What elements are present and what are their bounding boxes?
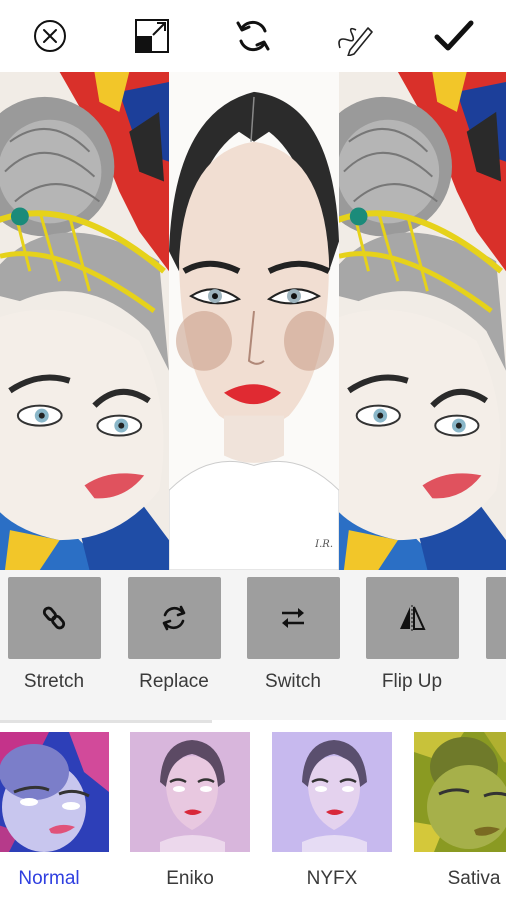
tool-flip-partial[interactable]: Fl bbox=[485, 577, 506, 693]
filter-thumbnail bbox=[414, 732, 506, 852]
resize-button[interactable] bbox=[130, 14, 174, 58]
photo-collage: I.R. bbox=[0, 72, 506, 570]
filter-label: Eniko bbox=[166, 868, 214, 889]
portrait-image-left bbox=[0, 72, 169, 570]
collage-panel-left[interactable] bbox=[0, 72, 169, 570]
link-icon bbox=[40, 604, 68, 632]
flip-icon bbox=[400, 605, 426, 631]
draw-button[interactable] bbox=[332, 14, 376, 58]
tool-stretch[interactable]: Stretch bbox=[7, 577, 101, 693]
tool-replace-box bbox=[127, 577, 221, 659]
tool-stretch-box bbox=[7, 577, 101, 659]
filter-thumbnail bbox=[272, 732, 392, 852]
filter-thumbnail bbox=[0, 732, 109, 852]
portrait-image-center bbox=[169, 72, 339, 570]
tool-switch[interactable]: Switch bbox=[246, 577, 340, 693]
tool-flip-up[interactable]: Flip Up bbox=[365, 577, 459, 693]
pencil-icon bbox=[338, 27, 373, 56]
x-circle-icon bbox=[34, 20, 66, 52]
artist-signature: I.R. bbox=[315, 539, 333, 550]
rotate-button[interactable] bbox=[231, 14, 275, 58]
filter-strip: Normal Eniko NYFX Sativa bbox=[0, 723, 506, 900]
filter-label: NYFX bbox=[306, 868, 358, 889]
collage-panel-right[interactable] bbox=[339, 72, 506, 570]
filter-thumbnail bbox=[130, 732, 250, 852]
resize-icon bbox=[135, 19, 169, 53]
filter-preview-image bbox=[272, 732, 392, 852]
tool-strip: Stretch Replace Switch Flip Up bbox=[0, 570, 506, 720]
filter-nyfx[interactable]: NYFX bbox=[272, 732, 392, 890]
filter-label: Normal bbox=[18, 868, 80, 889]
filter-preview-image bbox=[414, 732, 506, 852]
tool-flip-up-box bbox=[365, 577, 459, 659]
filter-normal[interactable]: Normal bbox=[0, 732, 109, 890]
switch-arrows-icon bbox=[282, 608, 304, 628]
tool-label: Switch bbox=[265, 671, 321, 692]
collage-panel-center[interactable]: I.R. bbox=[169, 72, 339, 570]
tool-label: Replace bbox=[139, 671, 209, 692]
refresh-icon bbox=[236, 20, 270, 52]
tool-label: Flip Up bbox=[381, 671, 443, 692]
top-toolbar bbox=[0, 0, 506, 72]
tool-flip-partial-box bbox=[485, 577, 506, 659]
tool-label: Stretch bbox=[23, 671, 85, 692]
close-button[interactable] bbox=[28, 14, 72, 58]
filter-preview-image bbox=[0, 732, 109, 852]
tool-replace[interactable]: Replace bbox=[127, 577, 221, 693]
sync-icon bbox=[162, 605, 186, 631]
tool-switch-box bbox=[246, 577, 340, 659]
filter-preview-image bbox=[130, 732, 250, 852]
filter-sativa[interactable]: Sativa bbox=[414, 732, 506, 890]
confirm-button[interactable] bbox=[432, 14, 476, 58]
filter-label: Sativa bbox=[447, 868, 501, 889]
filter-eniko[interactable]: Eniko bbox=[130, 732, 250, 890]
portrait-image-right bbox=[339, 72, 506, 570]
check-icon bbox=[434, 20, 474, 51]
